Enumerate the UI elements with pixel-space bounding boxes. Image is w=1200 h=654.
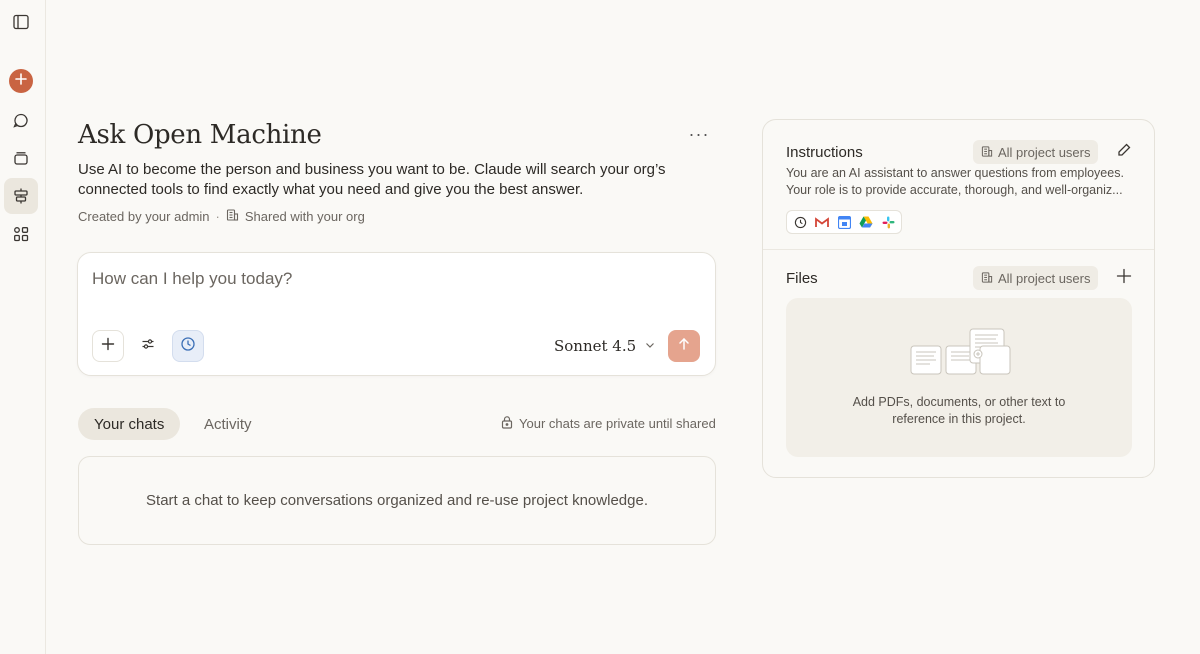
tab-activity[interactable]: Activity <box>188 408 268 440</box>
plus-icon <box>14 72 28 91</box>
chevron-down-icon <box>644 337 656 355</box>
drive-icon <box>856 213 876 231</box>
extended-thinking-toggle[interactable] <box>172 330 204 362</box>
stack-icon <box>12 149 30 167</box>
sidebar-item-projects[interactable] <box>4 178 38 214</box>
meta-separator: · <box>215 208 220 224</box>
sliders-icon <box>141 337 155 356</box>
created-by-label: Created by your admin <box>78 208 210 224</box>
arrow-up-icon <box>677 337 691 356</box>
sidebar-item-projects-list[interactable] <box>5 142 37 174</box>
new-chat-button[interactable] <box>9 69 33 93</box>
files-hint-line-1: Add PDFs, documents, or other text to <box>852 395 1066 409</box>
building-icon <box>226 208 239 224</box>
instructions-text: You are an AI assistant to answer questi… <box>786 165 1136 199</box>
plus-icon <box>1116 268 1132 289</box>
clock-icon <box>180 336 196 357</box>
badge-label: All project users <box>998 144 1091 160</box>
sidebar-toggle-icon <box>12 13 30 31</box>
connector-list[interactable] <box>786 210 902 234</box>
chat-composer: Sonnet 4.5 <box>77 252 716 376</box>
instructions-heading: Instructions <box>786 144 863 161</box>
pencil-icon <box>1116 142 1132 163</box>
files-drop-zone[interactable]: Add PDFs, documents, or other text to re… <box>786 298 1132 457</box>
sidebar <box>0 0 46 654</box>
send-button[interactable] <box>668 330 700 362</box>
chats-icon <box>12 112 30 130</box>
page-title: Ask Open Machine <box>78 120 322 150</box>
gmail-icon <box>812 213 832 231</box>
add-files-button[interactable] <box>1113 267 1135 289</box>
project-knowledge-panel: Instructions All project users You are a… <box>762 119 1155 478</box>
files-visibility-badge[interactable]: All project users <box>973 266 1099 290</box>
calendar-icon <box>834 213 854 231</box>
sidebar-item-apps[interactable] <box>5 218 37 250</box>
tab-your-chats[interactable]: Your chats <box>78 408 181 440</box>
apps-icon <box>12 225 30 243</box>
slack-icon <box>878 213 898 231</box>
panel-divider <box>763 249 1154 250</box>
instructions-line-1: You are an AI assistant to answer questi… <box>786 166 1124 180</box>
instructions-line-2: Your role is to provide accurate, thorou… <box>786 183 1123 197</box>
shared-label: Shared with your org <box>244 208 365 224</box>
empty-chats-state: Start a chat to keep conversations organ… <box>78 456 716 545</box>
empty-chats-text: Start a chat to keep conversations organ… <box>146 492 648 509</box>
clock-icon <box>790 213 810 231</box>
instructions-visibility-badge[interactable]: All project users <box>973 140 1099 164</box>
building-icon <box>981 271 993 286</box>
documents-illustration-icon <box>910 326 1012 383</box>
badge-label: All project users <box>998 270 1091 286</box>
privacy-note: Your chats are private until shared <box>500 415 716 432</box>
building-icon <box>981 145 993 160</box>
files-hint: Add PDFs, documents, or other text to re… <box>786 394 1132 428</box>
privacy-note-text: Your chats are private until shared <box>519 416 716 431</box>
model-label: Sonnet 4.5 <box>554 337 637 355</box>
message-input[interactable] <box>92 269 692 289</box>
files-heading: Files <box>786 270 818 287</box>
tools-button[interactable] <box>132 330 164 362</box>
more-icon: ··· <box>688 123 710 144</box>
model-selector[interactable]: Sonnet 4.5 <box>554 335 656 357</box>
edit-instructions-button[interactable] <box>1113 141 1135 163</box>
projects-icon <box>12 187 30 205</box>
sidebar-toggle-button[interactable] <box>5 6 37 38</box>
more-options-button[interactable]: ··· <box>686 124 712 144</box>
add-content-button[interactable] <box>92 330 124 362</box>
plus-icon <box>101 337 115 356</box>
sidebar-item-chats[interactable] <box>5 105 37 137</box>
lock-icon <box>500 415 514 432</box>
project-description: Use AI to become the person and business… <box>78 161 666 198</box>
project-meta: Created by your admin · Shared with your… <box>78 208 365 224</box>
files-hint-line-2: reference in this project. <box>892 412 1026 426</box>
